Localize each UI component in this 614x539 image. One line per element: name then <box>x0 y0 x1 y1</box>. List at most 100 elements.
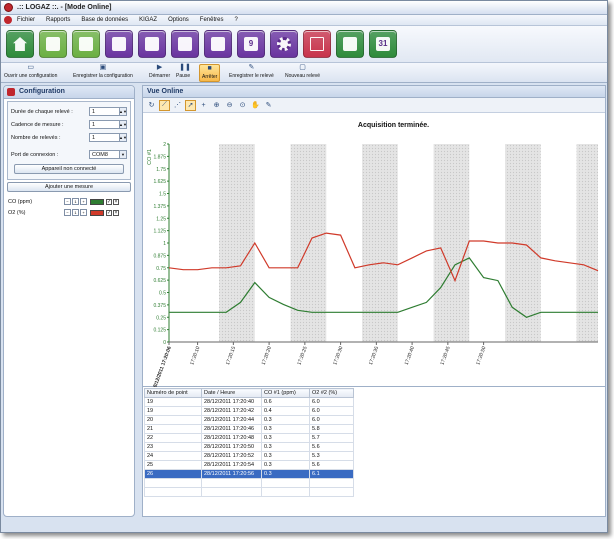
menu-fichier[interactable]: Fichier <box>17 17 35 23</box>
port-select[interactable]: COM8 ▼ <box>89 150 127 159</box>
gear-icon <box>277 37 291 51</box>
zoom-in-icon[interactable]: ⊕ <box>211 100 222 111</box>
table-cell: 28/12/2011 17:20:54 <box>201 460 262 470</box>
delete-checkbox-co[interactable]: × <box>113 198 119 205</box>
menu-fenetres[interactable]: Fenêtres <box>200 17 224 23</box>
spin-arrows-icon[interactable]: ▲▼ <box>119 134 127 141</box>
monitor-chart-icon <box>310 37 324 51</box>
y-tick-label: 1.375 <box>153 204 166 210</box>
table-cell: 21 <box>144 424 202 434</box>
menu-help[interactable]: ? <box>234 17 237 23</box>
online-view-panel: Vue Online ↻ ⟋ ⋰ ➚ + ⊕ ⊖ ⊙ ✋ ✎ 0 0.125 0.2… <box>142 85 606 517</box>
line-chart-icon[interactable]: ⟋ <box>159 99 170 111</box>
chevron-down-icon[interactable]: ▼ <box>119 151 126 158</box>
table-row[interactable]: 25 28/12/2011 17:20:54 0.3 5.6 <box>144 460 354 470</box>
data-table-container: Numéro de point Date / Heure CO #1 (ppm)… <box>143 388 605 516</box>
table-row[interactable]: 26 28/12/2011 17:20:56 0.3 6.1 <box>144 469 354 479</box>
x-tick-label: 17:20:40 <box>404 345 416 366</box>
menu-rapports[interactable]: Rapports <box>46 17 70 23</box>
x-tick-label: 17:20:30 <box>332 345 344 366</box>
toolbar-label: Arrêter <box>202 74 218 80</box>
edit-sheet-icon <box>46 37 60 51</box>
folder-button[interactable] <box>204 30 232 58</box>
pause-button[interactable]: ❚❚ Pause <box>176 64 191 82</box>
sheet-add-button[interactable] <box>72 30 100 58</box>
calendar-31-icon: 31 <box>376 37 390 51</box>
column-header[interactable]: Date / Heure <box>201 388 262 398</box>
crosshair-icon[interactable]: + <box>198 100 209 111</box>
duration-spinner[interactable]: 1 ▲▼ <box>89 107 127 116</box>
user-button[interactable] <box>138 30 166 58</box>
table-row[interactable]: 20 28/12/2011 17:20:44 0.3 6.0 <box>144 415 354 425</box>
start-button[interactable]: ▶ Démarrer <box>149 64 170 82</box>
menu-logo-icon[interactable] <box>4 16 12 24</box>
stop-button[interactable]: ■ Arrêter <box>199 64 221 82</box>
add-measure-button[interactable]: Ajouter une mesure <box>7 182 131 192</box>
zoom-out-icon[interactable]: ⊖ <box>224 100 235 111</box>
table-row[interactable]: 23 28/12/2011 17:20:50 0.3 5.6 <box>144 442 354 452</box>
configuration-header: Configuration <box>4 86 134 99</box>
table-row[interactable]: 22 28/12/2011 17:20:48 0.3 5.7 <box>144 433 354 443</box>
menu-kigaz[interactable]: KIGAZ <box>139 17 157 23</box>
table-row[interactable]: 24 28/12/2011 17:20:52 0.3 5.3 <box>144 451 354 461</box>
chart-band <box>433 144 470 342</box>
y-tick-label: 0.625 <box>153 278 166 284</box>
calendar-button[interactable]: 9 <box>237 30 265 58</box>
increment-button[interactable]: + <box>80 198 87 205</box>
pan-hand-icon[interactable]: ✋ <box>250 100 261 111</box>
zoom-reset-icon[interactable]: ⊙ <box>237 100 248 111</box>
pointer-icon[interactable]: ➚ <box>185 99 196 111</box>
rate-row: Cadence de mesure : 1 ▲▼ <box>11 118 127 131</box>
table-cell: 28/12/2011 17:20:42 <box>201 406 262 416</box>
measure-row-co: CO (ppm) − 1 + ✓ × <box>8 196 130 207</box>
home-button[interactable] <box>6 30 34 58</box>
open-config-button[interactable]: ▭ Ouvrir une configuration <box>4 64 57 82</box>
count-spinner[interactable]: 1 ▲▼ <box>89 133 127 142</box>
monitor-chart-button[interactable] <box>303 30 331 58</box>
x-tick-label: 28/12/2011 17:20:06 <box>151 345 172 387</box>
column-header[interactable]: Numéro de point <box>144 388 202 398</box>
gear-button[interactable] <box>270 30 298 58</box>
visible-checkbox-o2[interactable]: ✓ <box>106 209 112 216</box>
y-tick-label: 1.625 <box>153 179 166 185</box>
home-icon <box>13 37 27 51</box>
new-record-button[interactable]: ▢ Nouveau relevé <box>285 64 320 82</box>
scatter-chart-icon[interactable]: ⋰ <box>172 100 183 111</box>
table-cell: 19 <box>144 397 202 407</box>
y-tick-label: 1.125 <box>153 229 166 235</box>
table-row[interactable]: 21 28/12/2011 17:20:46 0.3 5.8 <box>144 424 354 434</box>
visible-checkbox-co[interactable]: ✓ <box>106 198 112 205</box>
export-chart-icon[interactable]: ✎ <box>263 100 274 111</box>
device-status-button[interactable]: Appareil non connecté <box>14 164 124 174</box>
save-config-button[interactable]: ▣ Enregistrer la configuration <box>73 64 133 82</box>
delete-checkbox-o2[interactable]: × <box>113 209 119 216</box>
chip-button[interactable] <box>105 30 133 58</box>
table-cell: 6.0 <box>309 397 354 407</box>
table-cell: 6.1 <box>309 469 354 479</box>
color-swatch-o2[interactable] <box>90 209 104 216</box>
rate-spinner[interactable]: 1 ▲▼ <box>89 120 127 129</box>
calendar-31-button[interactable]: 31 <box>369 30 397 58</box>
menu-base-de-donnees[interactable]: Base de données <box>81 17 128 23</box>
table-row[interactable]: 19 28/12/2011 17:20:40 0.6 6.0 <box>144 397 354 407</box>
save-record-button[interactable]: ✎ Enregistrer le relevé <box>229 64 274 82</box>
table-row[interactable]: 19 28/12/2011 17:20:42 0.4 6.0 <box>144 406 354 416</box>
decrement-button[interactable]: − <box>64 209 71 216</box>
refresh-icon[interactable]: ↻ <box>146 100 157 111</box>
column-header[interactable]: O2 #2 (%) <box>309 388 354 398</box>
table-cell: 5.7 <box>309 433 354 443</box>
x-tick-label: 17:20:20 <box>261 345 273 366</box>
port-value: COM8 <box>92 151 108 158</box>
increment-button[interactable]: + <box>80 209 87 216</box>
app-logo-icon <box>4 3 13 12</box>
spin-arrows-icon[interactable]: ▲▼ <box>119 108 127 115</box>
decrement-button[interactable]: − <box>64 198 71 205</box>
column-header[interactable]: CO #1 (ppm) <box>261 388 310 398</box>
edit-sheet-button[interactable] <box>39 30 67 58</box>
export-button[interactable] <box>336 30 364 58</box>
menu-options[interactable]: Options <box>168 17 189 23</box>
export-icon <box>343 37 357 51</box>
document-button[interactable] <box>171 30 199 58</box>
color-swatch-co[interactable] <box>90 198 104 205</box>
spin-arrows-icon[interactable]: ▲▼ <box>119 121 127 128</box>
